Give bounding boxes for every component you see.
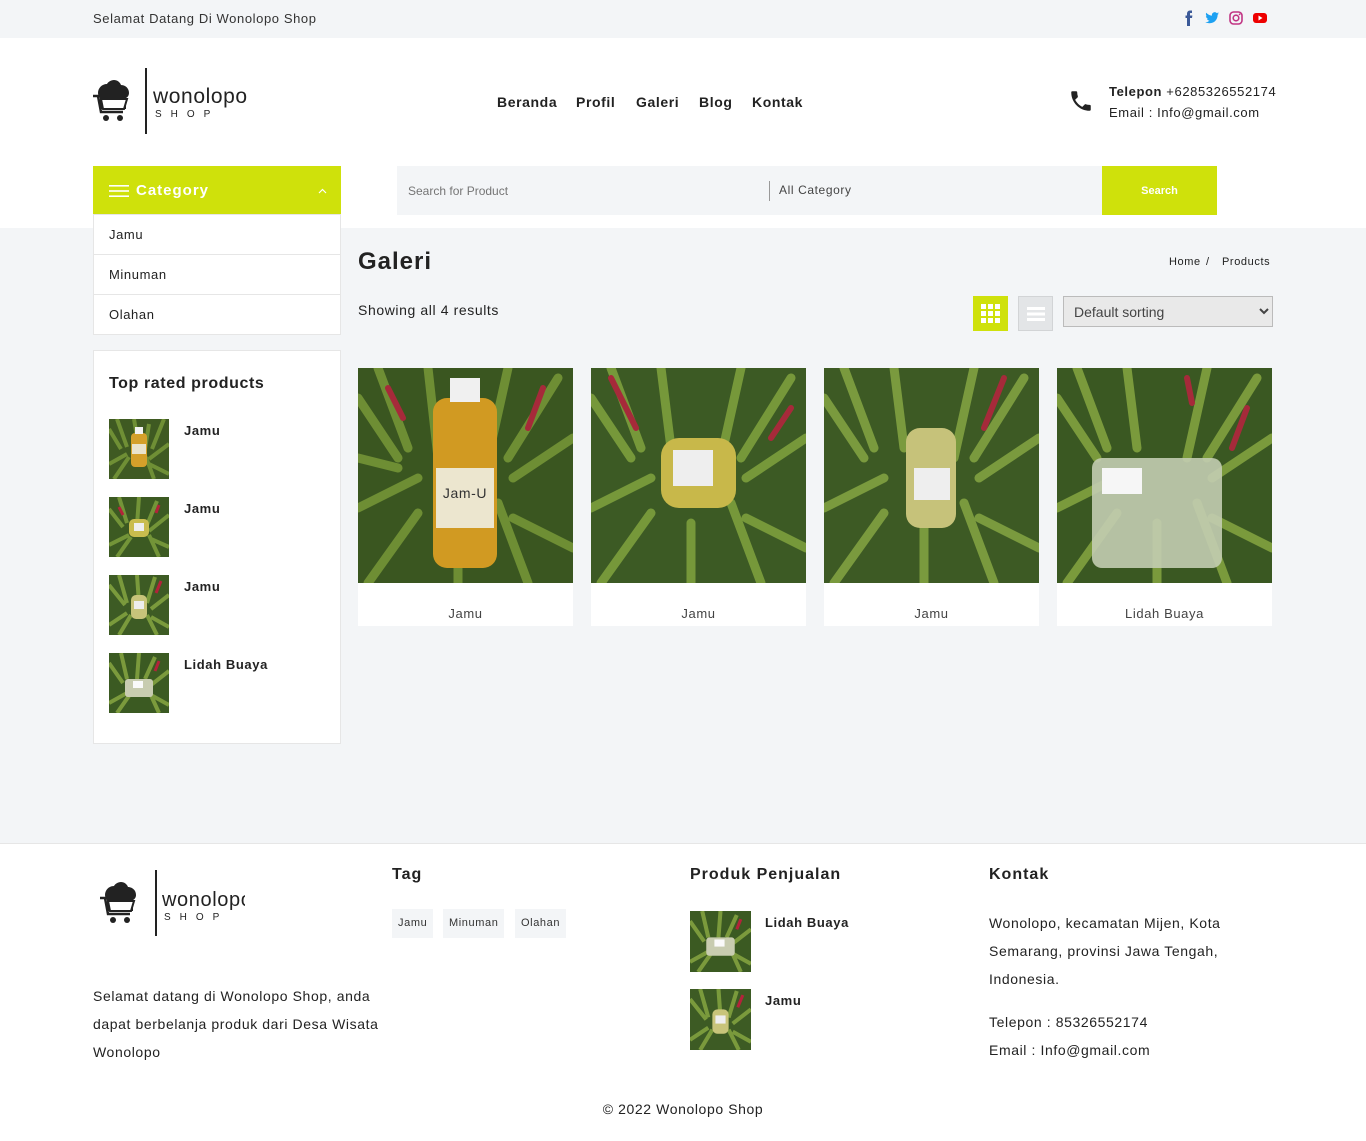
nav-galeri[interactable]: Galeri <box>636 94 679 110</box>
search-button[interactable]: Search <box>1102 166 1217 215</box>
tag-jamu[interactable]: Jamu <box>392 909 434 938</box>
footer-logo[interactable]: wonolopo SHOP <box>100 870 245 938</box>
grid-icon <box>981 304 1000 323</box>
product-card[interactable]: Jam-U Jamu <box>358 368 573 626</box>
logo-wordmark: wonolopo <box>152 85 248 108</box>
top-rated-name[interactable]: Jamu <box>184 579 220 594</box>
product-name[interactable]: Jamu <box>358 606 573 621</box>
breadcrumb-home[interactable]: Home <box>1169 256 1201 268</box>
footer-about: Selamat datang di Wonolopo Shop, anda da… <box>93 988 379 1060</box>
chevron-up-icon <box>318 188 327 194</box>
phone-icon <box>1071 91 1091 111</box>
category-list: Jamu Minuman Olahan <box>93 214 341 335</box>
product-thumbnail[interactable] <box>109 497 169 557</box>
tag-olahan[interactable]: Olahan <box>515 909 567 938</box>
facebook-icon[interactable] <box>1181 10 1197 26</box>
phone-number: +6285326552174 <box>1166 84 1277 99</box>
tag-minuman[interactable]: Minuman <box>443 909 505 938</box>
product-thumbnail[interactable] <box>690 989 751 1050</box>
product-image <box>591 368 806 583</box>
footer-kontak-title: Kontak <box>989 866 1050 883</box>
nav-beranda[interactable]: Beranda <box>497 94 557 110</box>
top-rated-title: Top rated products <box>109 375 265 392</box>
footer-logo-wordmark: wonolopo <box>161 889 245 911</box>
welcome-text: Selamat Datang Di Wonolopo Shop <box>93 11 317 26</box>
footer-logo-tagline: SHOP <box>164 912 228 923</box>
product-thumbnail[interactable] <box>109 575 169 635</box>
product-card[interactable]: Jamu <box>591 368 806 626</box>
nav-profil[interactable]: Profil <box>576 94 615 110</box>
header-phone: Telepon +6285326552174 <box>1109 84 1276 99</box>
youtube-icon[interactable] <box>1252 10 1268 26</box>
results-count: Showing all 4 results <box>358 302 499 318</box>
product-image <box>824 368 1039 583</box>
product-thumbnail[interactable] <box>690 911 751 972</box>
footer-address: Wonolopo, kecamatan Mijen, Kota Semarang… <box>989 915 1221 987</box>
search-input[interactable] <box>397 166 767 215</box>
breadcrumb-current: Products <box>1222 256 1271 268</box>
top-rated-name[interactable]: Jamu <box>184 501 220 516</box>
phone-label: Telepon <box>1109 84 1163 99</box>
list-view-button[interactable] <box>1018 296 1053 331</box>
nav-kontak[interactable]: Kontak <box>752 94 803 110</box>
nav-blog[interactable]: Blog <box>699 94 733 110</box>
header-email: Email : Info@gmail.com <box>1109 105 1260 120</box>
top-rated-name[interactable]: Jamu <box>184 423 220 438</box>
product-card[interactable]: Jamu <box>824 368 1039 626</box>
product-name[interactable]: Jamu <box>824 606 1039 621</box>
copyright: © 2022 Wonolopo Shop <box>602 1101 764 1117</box>
footer-product-name[interactable]: Jamu <box>765 993 801 1008</box>
top-rated-name[interactable]: Lidah Buaya <box>184 657 268 672</box>
category-label: Category <box>136 182 210 199</box>
category-toggle-button[interactable]: Category <box>93 166 341 215</box>
category-item-olahan[interactable]: Olahan <box>94 295 340 335</box>
product-image: Jam-U <box>358 368 573 583</box>
footer-produk-title: Produk Penjualan <box>690 866 842 883</box>
list-icon <box>1027 307 1045 321</box>
top-rated-widget: Top rated products Jamu Jamu Jamu Lidah … <box>93 350 341 744</box>
sort-select[interactable]: Default sorting <box>1063 296 1273 327</box>
product-thumbnail[interactable] <box>109 653 169 713</box>
search-category-select[interactable]: All Category <box>779 183 852 197</box>
footer-product-name[interactable]: Lidah Buaya <box>765 915 849 930</box>
footer-email: Email : Info@gmail.com <box>989 1042 1151 1058</box>
category-item-jamu[interactable]: Jamu <box>94 215 340 255</box>
grid-view-button[interactable] <box>973 296 1008 331</box>
menu-icon <box>109 185 129 197</box>
page-title: Galeri <box>358 248 433 275</box>
product-thumbnail[interactable] <box>109 419 169 479</box>
search-bar: All Category <box>397 166 1217 215</box>
footer-tag-title: Tag <box>392 866 423 883</box>
site-logo[interactable]: wonolopo SHOP <box>93 68 248 136</box>
product-image <box>1057 368 1272 583</box>
search-divider <box>769 181 770 201</box>
instagram-icon[interactable] <box>1228 10 1244 26</box>
category-item-minuman[interactable]: Minuman <box>94 255 340 295</box>
svg-text:Jam-U: Jam-U <box>443 485 487 501</box>
product-name[interactable]: Jamu <box>591 606 806 621</box>
footer-divider <box>0 843 1366 844</box>
product-name[interactable]: Lidah Buaya <box>1057 606 1272 621</box>
twitter-icon[interactable] <box>1204 10 1220 26</box>
product-card[interactable]: Lidah Buaya <box>1057 368 1272 626</box>
logo-tagline: SHOP <box>155 109 219 120</box>
footer-phone: Telepon : 85326552174 <box>989 1014 1148 1030</box>
breadcrumb-separator: / <box>1206 256 1210 268</box>
